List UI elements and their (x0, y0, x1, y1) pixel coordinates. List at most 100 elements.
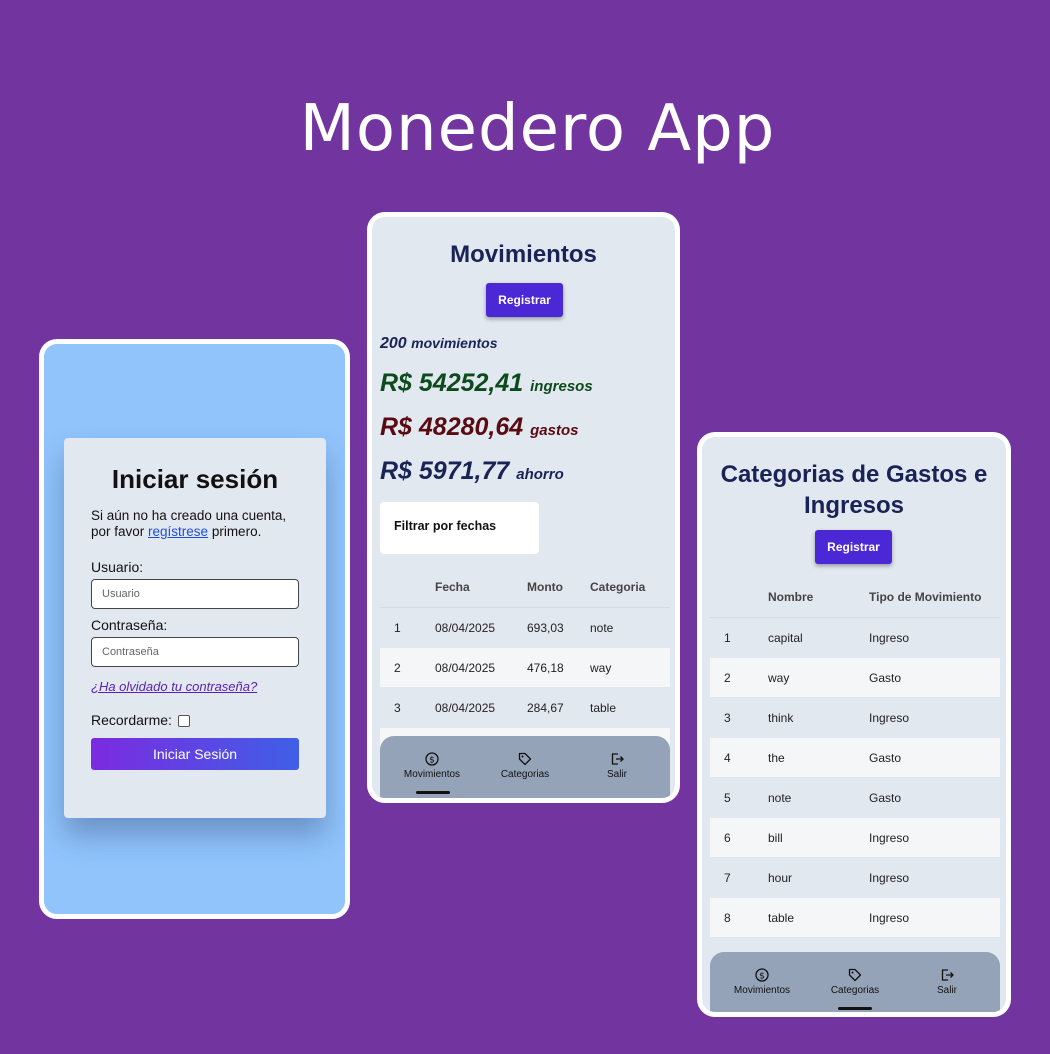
row-index: 5 (710, 777, 767, 818)
svg-text:$: $ (429, 756, 435, 766)
nav-movimientos[interactable]: $ Movimientos (717, 968, 807, 996)
nav-salir[interactable]: Salir (572, 752, 662, 780)
row-category: table (589, 687, 670, 728)
forgot-password-link[interactable]: ¿Ha olvidado tu contraseña? (91, 679, 257, 694)
login-screen: Iniciar sesión Si aún no ha creado una c… (39, 339, 350, 919)
nav-categorias[interactable]: Categorias (810, 968, 900, 996)
tag-icon (848, 968, 862, 982)
login-title: Iniciar sesión (111, 464, 279, 494)
row-index: 1 (380, 607, 434, 648)
ingresos-stat: R$ 54252,41 ingresos (380, 369, 593, 398)
active-tab-indicator (416, 791, 450, 794)
ahorro-stat: R$ 5971,77 ahorro (380, 457, 564, 486)
table-row[interactable]: 2 08/04/2025 476,18 way (380, 647, 670, 688)
row-name: way (767, 657, 868, 698)
row-name: bill (767, 817, 868, 858)
column-header-monto: Monto (526, 567, 589, 608)
tag-icon (518, 752, 532, 766)
username-input[interactable]: Usuario (91, 579, 299, 609)
movimientos-title: Movimientos (450, 241, 597, 268)
table-row[interactable]: 3 08/04/2025 284,67 table (380, 687, 670, 728)
password-input[interactable]: Contraseña (91, 637, 299, 667)
movements-count-value: 200 (380, 335, 407, 352)
username-label: Usuario: (91, 559, 144, 575)
column-header (380, 567, 434, 608)
date-filter[interactable]: Filtrar por fechas (380, 502, 539, 554)
table-row[interactable]: 4 the Gasto (710, 737, 1000, 778)
gastos-label: gastos (530, 422, 579, 439)
column-header-tipo: Tipo de Movimiento (868, 577, 1000, 618)
active-tab-indicator (838, 1007, 872, 1010)
gastos-value: R$ 48280,64 (380, 413, 524, 441)
login-info-suffix: primero. (208, 524, 262, 539)
row-name: capital (767, 617, 868, 658)
date-filter-label: Filtrar por fechas (394, 519, 497, 533)
row-date: 08/04/2025 (434, 607, 526, 648)
ahorro-value: R$ 5971,77 (380, 457, 510, 485)
register-category-button[interactable]: Registrar (815, 530, 892, 564)
remember-label: Recordarme: (91, 712, 172, 728)
row-type: Gasto (868, 737, 1000, 778)
dollar-icon: $ (425, 752, 439, 766)
nav-categorias-label: Categorias (500, 769, 550, 780)
register-movement-button[interactable]: Registrar (486, 283, 563, 317)
table-row[interactable]: 7 hour Ingreso (710, 857, 1000, 898)
row-type: Ingreso (868, 857, 1000, 898)
row-date: 08/04/2025 (434, 647, 526, 688)
nav-categorias[interactable]: Categorias (480, 752, 570, 780)
row-name: hour (767, 857, 868, 898)
table-row[interactable]: 3 think Ingreso (710, 697, 1000, 738)
row-amount: 284,67 (526, 687, 589, 728)
row-amount: 476,18 (526, 647, 589, 688)
svg-text:$: $ (759, 972, 765, 982)
row-index: 4 (710, 737, 767, 778)
categorias-screen: Categorias de Gastos e Ingresos Registra… (697, 432, 1011, 1017)
table-row[interactable]: 6 bill Ingreso (710, 817, 1000, 858)
column-header-fecha: Fecha (434, 567, 526, 608)
table-row[interactable]: 2 way Gasto (710, 657, 1000, 698)
movements-count-label: movimientos (411, 335, 498, 351)
row-name: table (767, 897, 868, 938)
row-index: 2 (710, 657, 767, 698)
row-type: Ingreso (868, 617, 1000, 658)
row-index: 8 (710, 897, 767, 938)
logout-icon (611, 753, 624, 765)
row-amount: 693,03 (526, 607, 589, 648)
table-row[interactable]: 5 note Gasto (710, 777, 1000, 818)
login-submit-button[interactable]: Iniciar Sesión (91, 738, 299, 770)
row-index: 1 (710, 617, 767, 658)
row-type: Ingreso (868, 897, 1000, 938)
page-title: Monedero App (299, 92, 776, 166)
row-index: 3 (710, 697, 767, 738)
row-index: 7 (710, 857, 767, 898)
table-row[interactable]: 8 table Ingreso (710, 897, 1000, 938)
table-row[interactable]: 1 08/04/2025 693,03 note (380, 607, 670, 648)
table-row[interactable]: 1 capital Ingreso (710, 617, 1000, 658)
categories-table: Nombre Tipo de Movimiento 1 capital Ingres… (710, 577, 1000, 978)
nav-categorias-label: Categorias (830, 985, 880, 996)
table-header-row: Fecha Monto Categoria (380, 567, 670, 608)
row-category: way (589, 647, 670, 688)
nav-salir[interactable]: Salir (902, 968, 992, 996)
bottom-nav: $ Movimientos Categorias Salir (380, 736, 670, 798)
remember-checkbox[interactable] (177, 715, 190, 728)
categorias-title: Categorias de Gastos e Ingresos (720, 461, 988, 519)
row-date: 08/04/2025 (434, 687, 526, 728)
remember-row: Recordarme: (91, 712, 190, 728)
dollar-icon: $ (755, 968, 769, 982)
ahorro-label: ahorro (516, 466, 564, 483)
gastos-stat: R$ 48280,64 gastos (380, 413, 579, 442)
register-link[interactable]: regístrese (148, 524, 208, 539)
row-index: 6 (710, 817, 767, 858)
ingresos-label: ingresos (530, 378, 593, 395)
login-card: Iniciar sesión Si aún no ha creado una c… (64, 438, 326, 818)
row-type: Ingreso (868, 817, 1000, 858)
row-index: 3 (380, 687, 434, 728)
nav-movimientos[interactable]: $ Movimientos (387, 752, 477, 780)
nav-movimientos-label: Movimientos (733, 985, 791, 996)
logout-icon (941, 969, 954, 981)
row-name: note (767, 777, 868, 818)
nav-salir-label: Salir (936, 985, 957, 996)
row-name: the (767, 737, 868, 778)
ingresos-value: R$ 54252,41 (380, 369, 524, 397)
